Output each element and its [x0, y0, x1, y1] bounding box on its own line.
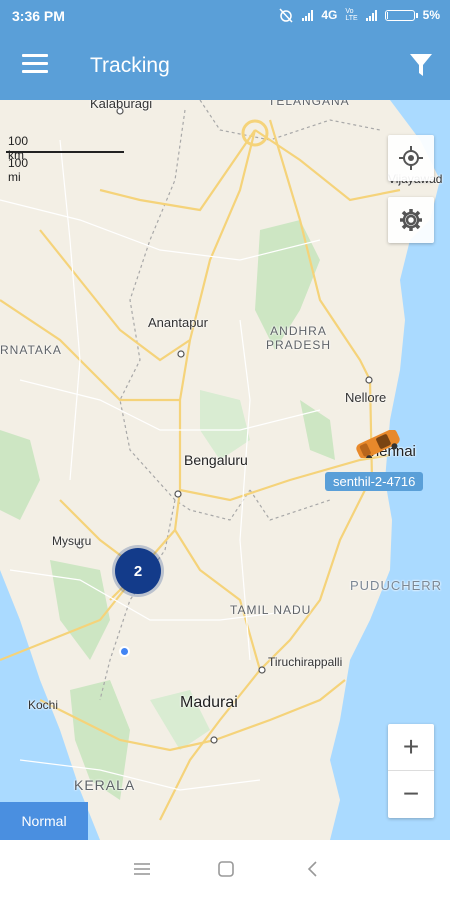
place-label-bengaluru: Bengaluru — [184, 452, 248, 468]
cluster-marker[interactable]: 2 — [115, 548, 161, 594]
zoom-in-button[interactable]: + — [388, 724, 434, 770]
location-dot[interactable] — [119, 646, 130, 657]
page-title: Tracking — [90, 54, 170, 77]
map-background — [0, 100, 450, 840]
place-label-tiruchirappalli: Tiruchirappalli — [268, 655, 343, 669]
place-label-puducherry: PUDUCHERR — [350, 578, 443, 593]
map-view[interactable]: 100 km 100 mi Kalaburagi TELANGANA Vijay… — [0, 100, 450, 840]
home-icon[interactable] — [217, 860, 235, 878]
status-icons: 4G Vo LTE 5% — [278, 7, 440, 23]
vehicle-label[interactable]: senthil-2-4716 — [325, 472, 424, 491]
place-label-kerala: KERALA — [74, 777, 136, 793]
zoom-out-button[interactable]: − — [388, 771, 434, 817]
gear-icon — [400, 209, 422, 231]
zoom-controls: + − — [388, 724, 434, 818]
place-label-mysuru: Mysuru — [52, 534, 92, 548]
app-bar: Tracking — [0, 32, 450, 100]
status-bar: 3:36 PM 4G Vo LTE 5% — [0, 0, 450, 32]
filter-button[interactable] — [408, 52, 434, 78]
signal-icon — [302, 9, 314, 21]
network-type: 4G — [321, 8, 338, 22]
battery-icon — [384, 9, 418, 21]
place-label-kochi: Kochi — [28, 698, 59, 712]
place-label-kalaburagi: Kalaburagi — [90, 100, 153, 111]
scale-line — [6, 151, 124, 153]
my-location-button[interactable] — [388, 135, 434, 181]
map-type-button[interactable]: Normal — [0, 802, 88, 840]
volte-label: Vo LTE — [345, 8, 358, 22]
place-label-anantapur: Anantapur — [148, 315, 208, 330]
system-nav-bar — [0, 840, 450, 900]
place-label-andhra-pradesh: ANDHRA PRADESH — [266, 324, 332, 352]
place-label-tamil-nadu: TAMIL NADU — [230, 603, 312, 617]
place-label-karnataka: RNATAKA — [0, 343, 62, 357]
signal-icon-2 — [365, 9, 377, 21]
battery-percent: 5% — [422, 8, 440, 22]
menu-icon — [22, 54, 48, 57]
settings-button[interactable] — [388, 197, 434, 243]
back-icon[interactable] — [304, 860, 322, 878]
menu-button[interactable] — [22, 54, 48, 76]
scale-mi: 100 mi — [8, 156, 29, 184]
crosshair-icon — [399, 146, 423, 170]
place-label-telangana: TELANGANA — [268, 100, 350, 108]
vehicle-marker[interactable] — [352, 430, 404, 458]
place-label-madurai: Madurai — [180, 694, 238, 711]
status-time: 3:36 PM — [12, 8, 65, 24]
recent-apps-icon[interactable] — [133, 860, 151, 878]
alarm-off-icon — [279, 8, 293, 23]
cluster-count: 2 — [133, 562, 143, 580]
filter-icon — [410, 54, 432, 76]
place-label-nellore: Nellore — [345, 390, 387, 405]
